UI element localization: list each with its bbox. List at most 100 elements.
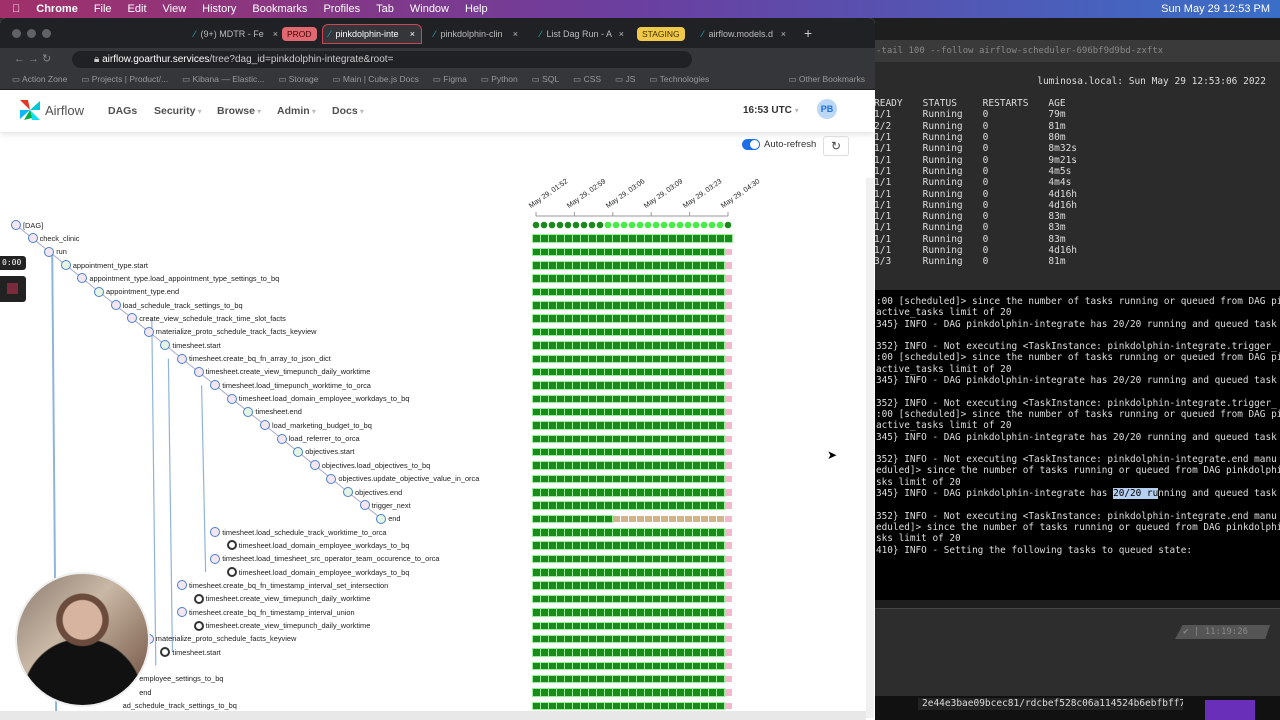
task-node-icon[interactable]: [359, 500, 370, 511]
task-instance-square[interactable]: [556, 554, 565, 564]
task-instance-square[interactable]: [692, 327, 701, 337]
task-instance-square[interactable]: [652, 314, 661, 323]
apple-icon[interactable]: : [12, 3, 20, 15]
task-instance-square[interactable]: [708, 528, 717, 537]
task-instance-square[interactable]: [548, 674, 557, 684]
task-instance-square[interactable]: [596, 528, 605, 537]
task-instance-square[interactable]: [556, 528, 565, 537]
task-instance-square[interactable]: [684, 327, 693, 337]
task-instance-square[interactable]: [580, 554, 589, 564]
task-instance-square[interactable]: [532, 247, 541, 257]
task-instance-square[interactable]: [556, 314, 565, 323]
task-instance-square[interactable]: [684, 407, 693, 417]
task-instance-square[interactable]: [652, 568, 661, 577]
task-instance-square[interactable]: [652, 287, 661, 297]
task-instance-square[interactable]: [548, 501, 557, 510]
task-instance-square[interactable]: [588, 261, 597, 270]
task-instance-square[interactable]: [636, 381, 645, 390]
task-instance-square[interactable]: [620, 327, 629, 337]
task-instance-square[interactable]: [556, 608, 565, 617]
task-instance-square[interactable]: [725, 582, 732, 589]
task-instance-square[interactable]: [548, 514, 557, 524]
task-instance-square[interactable]: [580, 407, 589, 417]
task-instance-square[interactable]: [636, 407, 645, 417]
task-instance-square[interactable]: [612, 554, 621, 564]
task-instance-square[interactable]: [725, 315, 732, 322]
task-instance-square[interactable]: [548, 661, 557, 670]
task-instance-square[interactable]: [708, 634, 717, 644]
task-instance-square[interactable]: [604, 488, 613, 497]
task-instance-square[interactable]: [604, 461, 613, 470]
task-instance-square[interactable]: [620, 648, 629, 657]
task-instance-square[interactable]: [652, 381, 661, 390]
task-node-icon[interactable]: [193, 620, 204, 631]
task-instance-square[interactable]: [580, 568, 589, 577]
task-instance-square[interactable]: [716, 701, 725, 711]
task-instance-square[interactable]: [716, 287, 725, 297]
task-instance-square[interactable]: [652, 301, 661, 310]
task-instance-square[interactable]: [692, 394, 701, 403]
task-instance-square[interactable]: [548, 608, 557, 617]
task-instance-square[interactable]: [596, 581, 605, 590]
task-instance-square[interactable]: [660, 301, 669, 310]
task-instance-square[interactable]: [676, 434, 685, 444]
task-instance-square[interactable]: [676, 421, 685, 430]
menu-profiles[interactable]: Profiles: [323, 3, 360, 15]
task-instance-square[interactable]: [725, 595, 732, 603]
task-instance-square[interactable]: [548, 421, 557, 430]
task-instance-square[interactable]: [612, 528, 621, 537]
task-instance-square[interactable]: [540, 448, 549, 457]
task-instance-square[interactable]: [716, 394, 725, 403]
task-instance-square[interactable]: [725, 448, 732, 456]
task-instance-square[interactable]: [596, 287, 605, 297]
task-instance-square[interactable]: [700, 448, 709, 457]
task-instance-square[interactable]: [692, 367, 701, 377]
task-instance-square[interactable]: [532, 488, 541, 497]
task-instance-square[interactable]: [556, 568, 565, 577]
task-instance-square[interactable]: [652, 488, 661, 497]
task-instance-square[interactable]: [668, 501, 677, 510]
task-instance-square[interactable]: [548, 634, 557, 644]
task-instance-square[interactable]: [676, 528, 685, 537]
task-instance-square[interactable]: [725, 609, 732, 616]
task-instance-square[interactable]: [621, 515, 628, 523]
task-instance-square[interactable]: [548, 394, 557, 403]
task-instance-square[interactable]: [596, 554, 605, 564]
task-instance-square[interactable]: [588, 554, 597, 564]
task-instance-square[interactable]: [652, 594, 661, 604]
task-instance-square[interactable]: [572, 608, 581, 617]
task-instance-square[interactable]: [532, 501, 541, 510]
task-instance-square[interactable]: [692, 261, 701, 270]
task-instance-square[interactable]: [572, 688, 581, 697]
task-instance-square[interactable]: [532, 554, 541, 564]
task-instance-square[interactable]: [660, 621, 669, 630]
task-label[interactable]: objectives.update_objective_value_in_orc…: [338, 474, 479, 483]
task-instance-square[interactable]: [620, 381, 629, 390]
task-instance-square[interactable]: [684, 421, 693, 430]
task-instance-square[interactable]: [540, 247, 549, 257]
task-instance-square[interactable]: [636, 488, 645, 497]
task-instance-square[interactable]: [628, 594, 637, 604]
task-instance-square[interactable]: [644, 461, 653, 470]
task-instance-square[interactable]: [652, 528, 661, 537]
task-instance-square[interactable]: [700, 608, 709, 617]
task-instance-square[interactable]: [645, 515, 652, 523]
task-instance-square[interactable]: [676, 327, 685, 337]
task-instance-square[interactable]: [612, 247, 621, 257]
task-node-icon[interactable]: [177, 353, 187, 364]
task-instance-square[interactable]: [684, 568, 693, 577]
task-instance-square[interactable]: [692, 581, 701, 590]
task-instance-square[interactable]: [668, 274, 677, 283]
task-instance-square[interactable]: [628, 674, 637, 684]
task-instance-square[interactable]: [604, 407, 613, 417]
task-instance-square[interactable]: [596, 661, 605, 670]
task-instance-square[interactable]: [596, 234, 605, 243]
task-instance-square[interactable]: [708, 421, 717, 430]
task-label[interactable]: timesheet.load_domain_employee_workdays_…: [239, 568, 410, 577]
task-instance-square[interactable]: [556, 634, 565, 644]
task-instance-square[interactable]: [676, 608, 685, 617]
task-instance-square[interactable]: [660, 261, 669, 270]
task-instance-square[interactable]: [693, 515, 700, 523]
task-instance-square[interactable]: [556, 274, 565, 283]
task-instance-square[interactable]: [684, 581, 693, 590]
